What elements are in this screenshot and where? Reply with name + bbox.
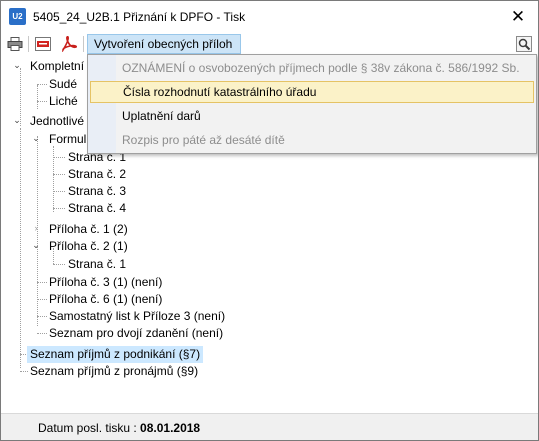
tree-node-priloha-3[interactable]: Příloha č. 3 (1) (není)	[49, 274, 162, 291]
tree-node-strana-2[interactable]: Strana č. 2	[68, 166, 126, 183]
tree-node-samostatny-list[interactable]: Samostatný list k Příloze 3 (není)	[49, 308, 225, 325]
expand-toggle[interactable]: ⌄	[31, 133, 41, 143]
tree-node-prijmy-podnikani[interactable]: Seznam příjmů z podnikání (§7)	[27, 346, 204, 363]
toolbar	[1, 33, 538, 55]
menu-item-oznameni[interactable]: OZNÁMENÍ o osvobozených příjmech podle §…	[90, 57, 534, 79]
tree-connector	[53, 208, 65, 209]
tree-connector	[53, 264, 65, 265]
tree-connector	[20, 371, 28, 372]
tree-node-liche[interactable]: Liché	[49, 93, 78, 110]
toolbar-separator	[83, 36, 84, 52]
tree-node-kompletni[interactable]: Kompletní	[30, 58, 84, 75]
tree-node-sude[interactable]: Sudé	[49, 76, 77, 93]
general-attachments-menu[interactable]: Vytvoření obecných příloh	[87, 34, 241, 54]
close-button[interactable]: ✕	[498, 1, 538, 33]
tree-node-strana-4[interactable]: Strana č. 4	[68, 200, 126, 217]
tree-connector	[37, 282, 47, 283]
tree-node-strana-3[interactable]: Strana č. 3	[68, 183, 126, 200]
tree-node-dvoji-zdaneni[interactable]: Seznam pro dvojí zdanění (není)	[49, 325, 223, 342]
tree-connector	[53, 146, 54, 212]
last-print-date: Datum posl. tisku : 08.01.2018	[38, 421, 200, 435]
acrobat-icon	[62, 36, 77, 52]
tree-connector	[37, 84, 47, 85]
settings-button[interactable]	[514, 35, 534, 53]
menu-item-rozpis-deti[interactable]: Rozpis pro páté až desáté dítě	[90, 129, 534, 151]
tree-connector	[37, 85, 38, 109]
general-attachments-dropdown: OZNÁMENÍ o osvobozených příjmech podle §…	[87, 54, 537, 154]
tree-node-priloha-2-strana-1[interactable]: Strana č. 1	[68, 256, 126, 273]
tree-connector	[53, 191, 65, 192]
pdf-button[interactable]	[33, 35, 53, 53]
last-print-value: 08.01.2018	[140, 421, 201, 435]
tree-connector	[53, 174, 65, 175]
menu-item-cisla-rozhodnuti[interactable]: Čísla rozhodnutí katastrálního úřadu	[90, 81, 534, 103]
toolbar-separator	[28, 36, 29, 52]
acrobat-button[interactable]	[59, 35, 79, 53]
printer-icon	[7, 37, 23, 51]
expand-toggle[interactable]: ⌄	[12, 115, 22, 125]
expand-toggle[interactable]: ⌄	[12, 60, 22, 70]
tree-node-priloha-6[interactable]: Příloha č. 6 (1) (není)	[49, 291, 162, 308]
tree-node-jednotlive[interactable]: Jednotlivé	[30, 113, 84, 130]
print-button[interactable]	[5, 35, 25, 53]
tree-bottom-spacer	[1, 406, 538, 413]
collapse-toggle[interactable]: ›	[31, 223, 41, 233]
tree-node-prijmy-pronajmy[interactable]: Seznam příjmů z pronájmů (§9)	[30, 363, 198, 380]
tree-connector	[37, 333, 47, 334]
tree-node-priloha-2[interactable]: Příloha č. 2 (1)	[49, 238, 128, 255]
app-icon: U2	[9, 8, 26, 25]
menu-item-uplatneni-daru[interactable]: Uplatnění darů	[90, 105, 534, 127]
settings-icon	[516, 36, 532, 52]
tree-connector	[37, 316, 47, 317]
last-print-label: Datum posl. tisku :	[38, 421, 137, 435]
title-bar[interactable]: U2 5405_24_U2B.1 Přiznání k DPFO - Tisk …	[1, 1, 538, 33]
status-bar: Datum posl. tisku : 08.01.2018	[1, 413, 538, 440]
expand-toggle[interactable]: ⌄	[31, 240, 41, 250]
print-window: U2 5405_24_U2B.1 Přiznání k DPFO - Tisk …	[0, 0, 539, 441]
tree-connector	[53, 157, 65, 158]
tree-connector	[20, 128, 21, 368]
tree-connector	[37, 299, 47, 300]
tree-node-priloha-1[interactable]: Příloha č. 1 (2)	[49, 221, 128, 238]
tree-connector	[37, 101, 47, 102]
pdf-icon	[35, 37, 51, 51]
tree-node-formular[interactable]: Formul	[49, 131, 86, 148]
window-title: 5405_24_U2B.1 Přiznání k DPFO - Tisk	[33, 10, 246, 24]
